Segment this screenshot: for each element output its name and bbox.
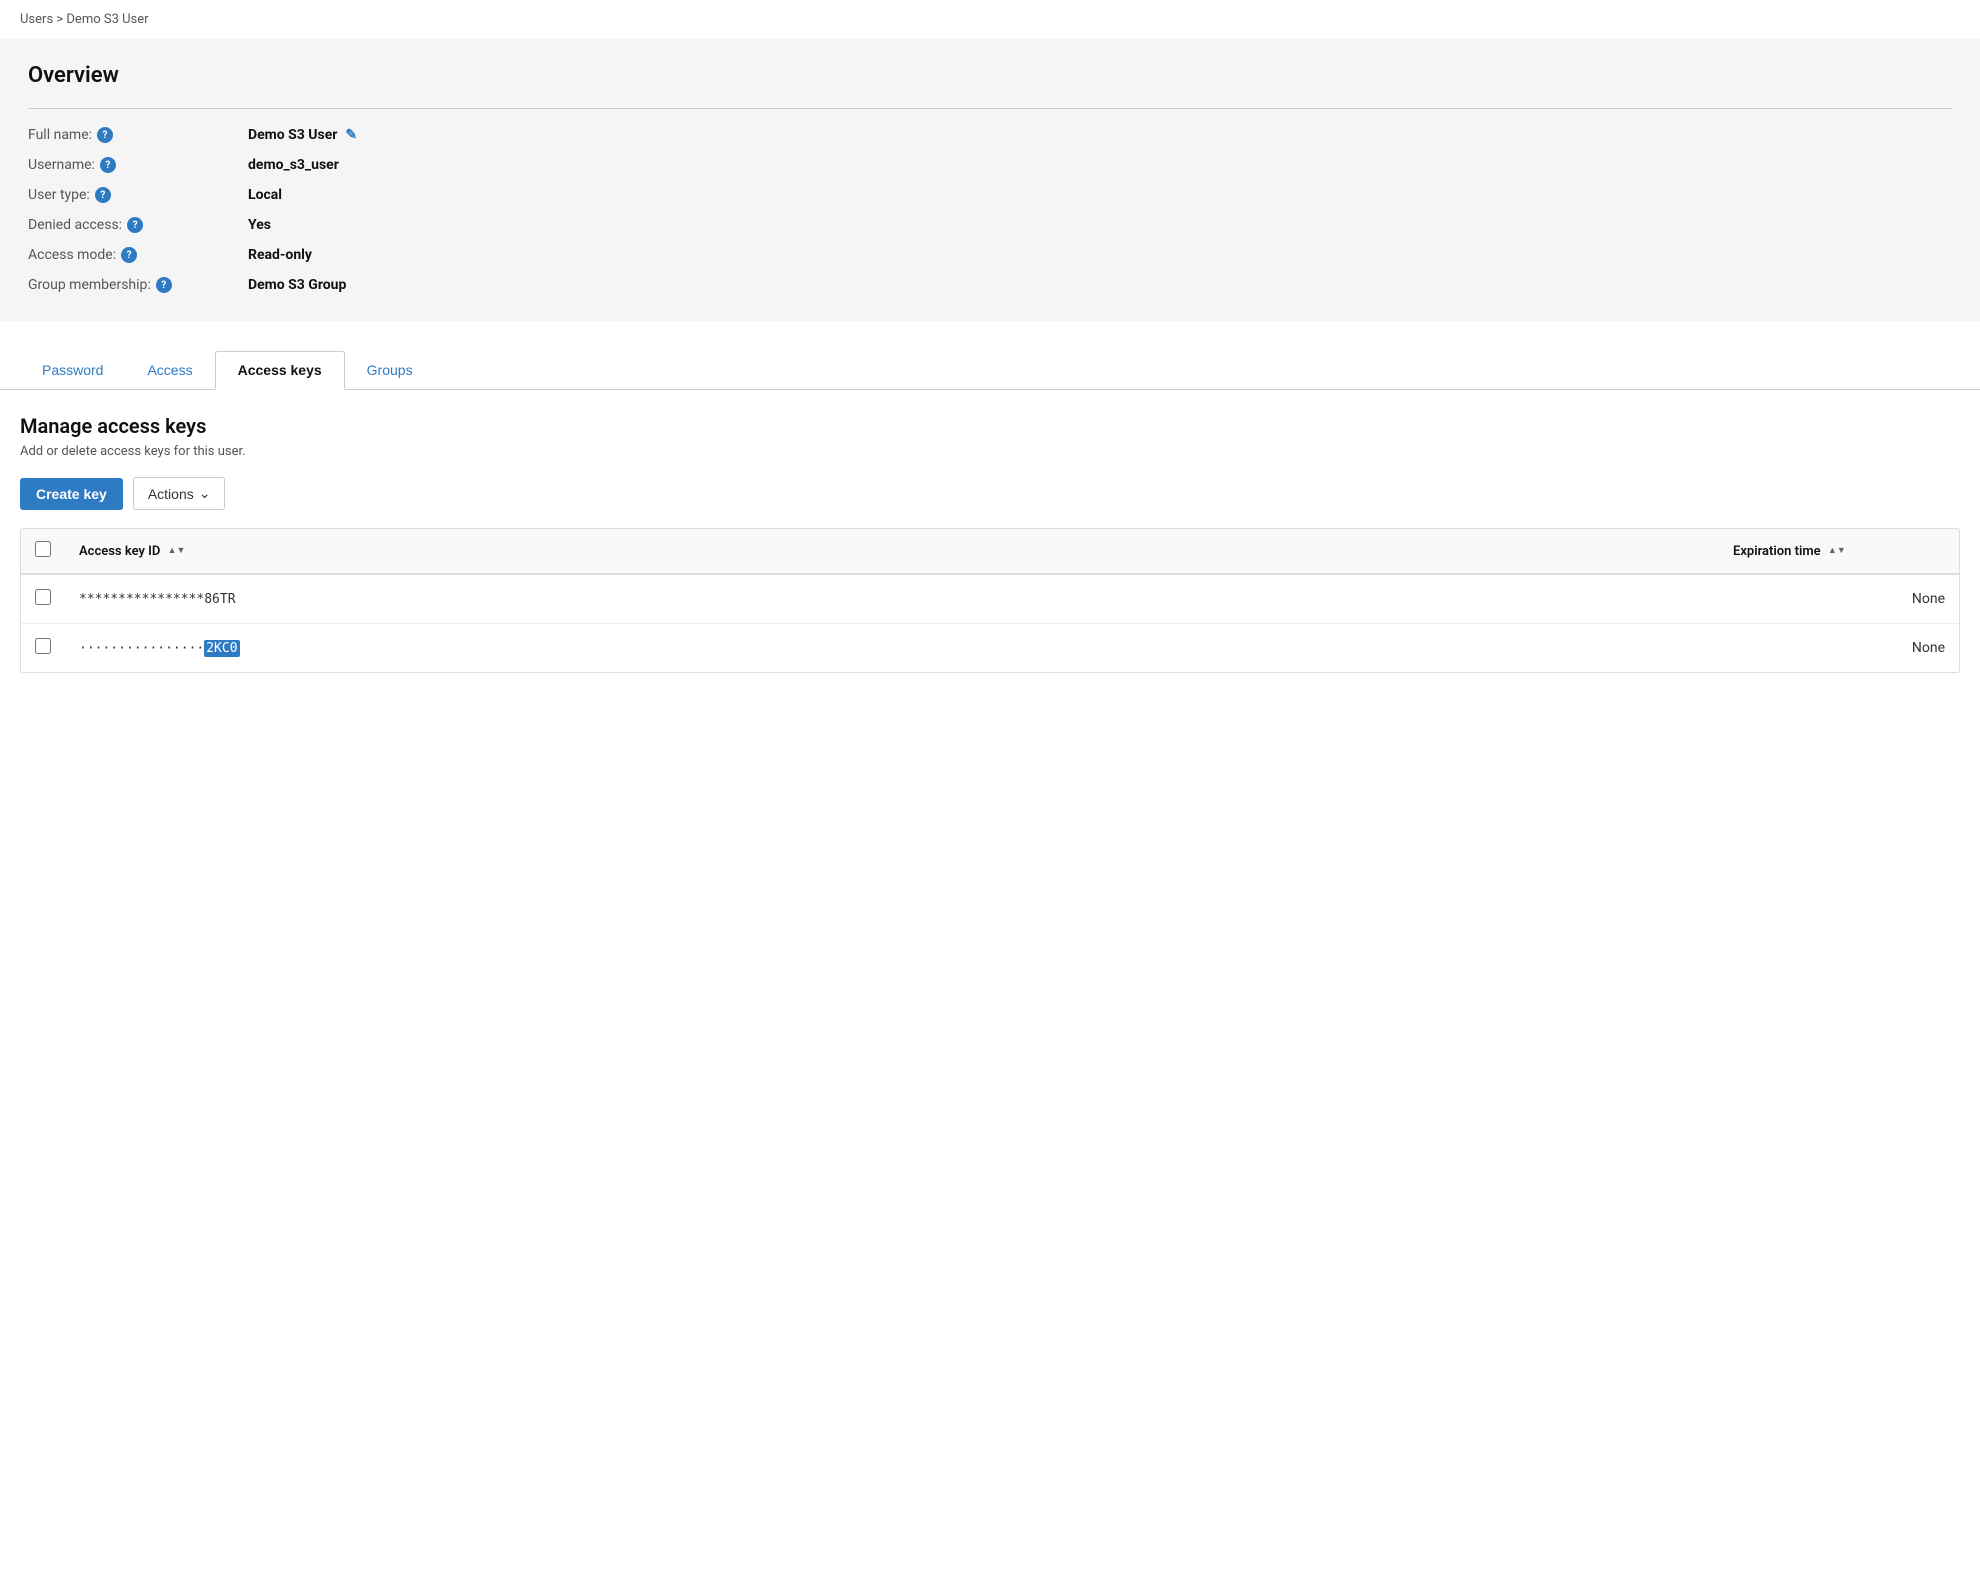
tabs-list: Password Access Access keys Groups bbox=[0, 351, 1980, 389]
group-membership-label: Group membership: ? bbox=[28, 277, 248, 293]
row1-key-id-value: ****************86TR bbox=[79, 592, 236, 607]
actions-chevron-icon: ⌄ bbox=[199, 485, 211, 502]
access-keys-table-wrapper: Access key ID ▲▼ Expiration time ▲▼ ****… bbox=[20, 528, 1960, 673]
content-area: Manage access keys Add or delete access … bbox=[0, 390, 1980, 697]
denied-access-help-icon[interactable]: ? bbox=[127, 217, 143, 233]
access-mode-help-icon[interactable]: ? bbox=[121, 247, 137, 263]
access-keys-table: Access key ID ▲▼ Expiration time ▲▼ ****… bbox=[21, 529, 1959, 672]
manage-title: Manage access keys bbox=[20, 414, 1960, 438]
row2-checkbox-cell bbox=[21, 624, 65, 673]
table-row: ****************86TR None bbox=[21, 574, 1959, 624]
denied-access-value: Yes bbox=[248, 217, 828, 233]
header-access-key-id: Access key ID ▲▼ bbox=[65, 529, 1719, 574]
user-type-help-icon[interactable]: ? bbox=[95, 187, 111, 203]
expiration-time-sort-icon[interactable]: ▲▼ bbox=[1828, 547, 1846, 556]
table-header-row: Access key ID ▲▼ Expiration time ▲▼ bbox=[21, 529, 1959, 574]
full-name-label: Full name: ? bbox=[28, 127, 248, 143]
row1-checkbox[interactable] bbox=[35, 589, 51, 605]
create-key-button[interactable]: Create key bbox=[20, 478, 123, 510]
row1-checkbox-cell bbox=[21, 574, 65, 624]
row1-expiration-cell: None bbox=[1719, 574, 1959, 624]
overview-section: Overview Full name: ? Demo S3 User ✎ Use… bbox=[0, 39, 1980, 321]
breadcrumb: Users > Demo S3 User bbox=[0, 0, 1980, 39]
username-value: demo_s3_user bbox=[248, 157, 828, 173]
overview-title: Overview bbox=[28, 63, 1952, 88]
tab-password[interactable]: Password bbox=[20, 351, 125, 390]
access-key-id-sort-icon[interactable]: ▲▼ bbox=[168, 547, 186, 556]
user-type-label: User type: ? bbox=[28, 187, 248, 203]
row2-expiration-cell: None bbox=[1719, 624, 1959, 673]
actions-button[interactable]: Actions ⌄ bbox=[133, 477, 226, 510]
user-type-value: Local bbox=[248, 187, 828, 203]
row1-key-id-cell: ****************86TR bbox=[65, 574, 1719, 624]
row2-key-id-value: ················2KC0 bbox=[79, 640, 240, 657]
select-all-checkbox[interactable] bbox=[35, 541, 51, 557]
manage-subtitle: Add or delete access keys for this user. bbox=[20, 444, 1960, 459]
denied-access-label: Denied access: ? bbox=[28, 217, 248, 233]
access-mode-label: Access mode: ? bbox=[28, 247, 248, 263]
overview-divider bbox=[28, 108, 1952, 109]
table-row: ················2KC0 None bbox=[21, 624, 1959, 673]
tab-groups[interactable]: Groups bbox=[345, 351, 435, 390]
access-mode-value: Read-only bbox=[248, 247, 828, 263]
overview-grid: Full name: ? Demo S3 User ✎ Username: ? … bbox=[28, 127, 828, 293]
row2-key-id-highlighted: 2KC0 bbox=[204, 640, 239, 657]
row2-checkbox[interactable] bbox=[35, 638, 51, 654]
tabs-container: Password Access Access keys Groups bbox=[0, 321, 1980, 390]
full-name-help-icon[interactable]: ? bbox=[97, 127, 113, 143]
tab-access-keys[interactable]: Access keys bbox=[215, 351, 345, 390]
username-label: Username: ? bbox=[28, 157, 248, 173]
full-name-edit-icon[interactable]: ✎ bbox=[345, 127, 357, 143]
group-membership-help-icon[interactable]: ? bbox=[156, 277, 172, 293]
username-help-icon[interactable]: ? bbox=[100, 157, 116, 173]
tab-access[interactable]: Access bbox=[125, 351, 214, 390]
row2-key-id-cell: ················2KC0 bbox=[65, 624, 1719, 673]
header-expiration-time: Expiration time ▲▼ bbox=[1719, 529, 1959, 574]
header-checkbox-col bbox=[21, 529, 65, 574]
group-membership-value: Demo S3 Group bbox=[248, 277, 828, 293]
full-name-value: Demo S3 User ✎ bbox=[248, 127, 828, 143]
toolbar: Create key Actions ⌄ bbox=[20, 477, 1960, 510]
